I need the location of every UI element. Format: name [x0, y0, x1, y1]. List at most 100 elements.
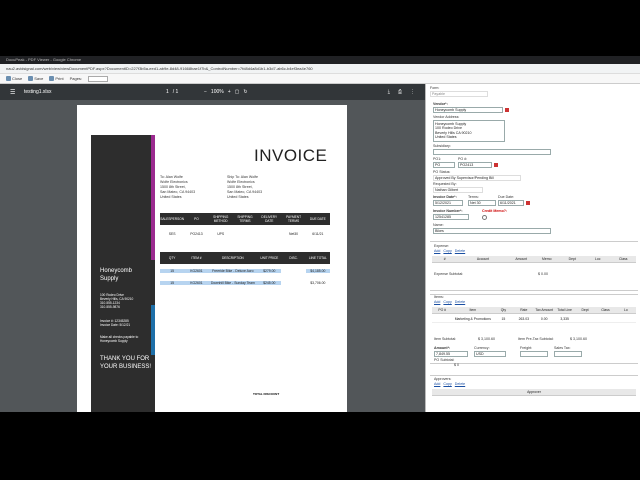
window-title: DocuPeak - PDF Viewer - Google Chrome [0, 56, 640, 64]
address-bar[interactable]: nau2.avidsignal.com/web/view/viewDocumen… [0, 64, 640, 74]
total-discount-label: TOTAL DISCOUNT [253, 392, 280, 396]
items-table-header: QTY ITEM # DESCRIPTION UNIT PRICE DISC. … [160, 252, 330, 264]
items-add-link[interactable]: Add [434, 300, 440, 304]
invoice-title: INVOICE [254, 146, 328, 165]
shipping-table-row: SES PO2413 UPS Net30 6/11/21 [168, 232, 324, 236]
items-delete-link[interactable]: Delete [455, 300, 465, 304]
po1-select[interactable]: PO [433, 162, 455, 168]
rotate-icon[interactable]: ↻ [243, 89, 247, 95]
items-label: Items: [434, 295, 444, 299]
pdf-toolbar: ☰ testing1.xlsx 1 / 1 − 100% + ▢ ↻ ⤓ ⎙ ⋮ [0, 84, 425, 100]
zoom-level[interactable]: 100% [211, 89, 224, 95]
item-pretax-value: $ 3,100.60 [570, 337, 587, 341]
print-icon[interactable]: ⎙ [398, 89, 402, 95]
close-icon [6, 76, 11, 81]
vendor-address-label: Vendor Address: [433, 115, 460, 119]
invoice-form: Form: Payable Vendor*: Honeycomb Supply … [425, 84, 640, 412]
items-copy-link[interactable]: Copy [443, 300, 451, 304]
top-letterbox [0, 0, 640, 56]
table-row: 15 KG2601 Freeride Bike - Deluxe Acro $2… [160, 266, 330, 276]
viewer-toolbar: Close Save Print Pages: [0, 74, 640, 84]
required-icon [494, 163, 498, 167]
fit-page-icon[interactable]: ▢ [235, 89, 240, 95]
po1-label: PO1: [433, 157, 442, 161]
credit-memo-label: Credit Memo?: [482, 209, 508, 213]
zoom-in-icon[interactable]: + [228, 89, 231, 95]
print-button[interactable]: Print [49, 76, 64, 81]
invoice-sidebar: Honeycomb Supply 100 Rodeo Drive Beverly… [91, 135, 155, 412]
expense-section: Expense: Add Copy Delete # Account Amoun… [430, 241, 638, 291]
more-icon[interactable]: ⋮ [410, 89, 415, 95]
browser-window: DocuPeak - PDF Viewer - Google Chrome na… [0, 56, 640, 412]
form-select[interactable]: Payable [430, 91, 488, 97]
vendor-input[interactable]: Honeycomb Supply [433, 107, 503, 113]
requested-by-label: Requested By: [433, 182, 457, 186]
item-subtotal-value: $ 3,100.60 [478, 337, 495, 341]
expense-table-header: # Account Amount Memo Dept Loc Class [432, 256, 636, 263]
page-current-input[interactable]: 1 [166, 89, 169, 95]
item-subtotal-label: Item Subtotal: [434, 337, 457, 341]
invoice-number-input[interactable]: 12541285 [433, 214, 469, 220]
approvers-delete-link[interactable]: Delete [455, 382, 465, 386]
zoom-controls: − 100% + ▢ ↻ [204, 89, 248, 95]
pdf-viewer[interactable]: ☰ testing1.xlsx 1 / 1 − 100% + ▢ ↻ ⤓ ⎙ ⋮… [0, 84, 425, 412]
pages-input[interactable] [88, 75, 109, 82]
items-table-header: PO # Item Qty Rate Tax Amount Total Line… [432, 307, 636, 314]
vendor-address-field[interactable]: Honeycomb Supply 100 Rodeo Drive Beverly… [433, 120, 505, 142]
save-button[interactable]: Save [28, 76, 43, 81]
accent-bar-blue [151, 305, 155, 355]
vendor-address: 100 Rodeo Drive Beverly Hills, CA 90210 … [100, 293, 134, 309]
currency-select[interactable]: USD [474, 351, 506, 357]
amount-input[interactable]: 7,849.55 [434, 351, 468, 357]
credit-memo-checkbox[interactable] [482, 215, 487, 220]
menu-icon[interactable]: ☰ [10, 89, 16, 96]
subsidiary-input[interactable] [433, 149, 551, 155]
po-status-value: Approved By Supervisor/Pending Bill [433, 175, 521, 181]
po-subtotal-value: $ 0 [454, 363, 459, 367]
invoice-date-input[interactable]: 5/12/2021 [433, 200, 463, 206]
approvers-section: Approvers: Add Copy Delete Approver [430, 375, 638, 412]
expense-delete-link[interactable]: Delete [455, 249, 465, 253]
bottom-letterbox [0, 412, 640, 480]
requested-by-value: Nathan Gilbert [433, 187, 483, 193]
shipping-table-header: SALESPERSON PO SHIPPING METHOD SHIPPING … [160, 213, 330, 225]
pages-label: Pages: [69, 76, 83, 81]
page-indicator: 1 / 1 [166, 89, 178, 95]
due-date-input[interactable]: 6/11/2021 [498, 200, 524, 206]
print-icon [49, 76, 55, 81]
expense-copy-link[interactable]: Copy [443, 249, 451, 253]
po-status-label: PO Status: [433, 170, 451, 174]
approvers-table-header: Approver [432, 389, 636, 396]
page-total: / 1 [172, 89, 179, 95]
vendor-name: Honeycomb Supply [100, 268, 133, 282]
expense-label: Expense: [434, 244, 449, 248]
freight-input[interactable] [520, 351, 548, 357]
invoice-meta: Invoice #: 12345285 Invoice Date: 5/12/2… [100, 319, 131, 327]
expense-subtotal-value: $ 0.00 [538, 272, 548, 276]
approvers-copy-link[interactable]: Copy [443, 382, 451, 386]
terms-select[interactable]: Net 30 [468, 200, 496, 206]
bill-to-address: To: Alan Wolfe Wolfe Electronics 1500 8t… [160, 175, 196, 199]
sales-tax-input[interactable] [554, 351, 582, 357]
items-table-row[interactable]: Marketing & Promotions 15 263.03 0.00 3,… [432, 316, 636, 323]
checks-note: Make all checks payable to Honeycomb Sup… [100, 335, 139, 343]
approvers-add-link[interactable]: Add [434, 382, 440, 386]
items-actions: Add Copy Delete [434, 300, 465, 304]
close-button[interactable]: Close [6, 76, 22, 81]
save-icon [28, 76, 34, 81]
approvers-actions: Add Copy Delete [434, 382, 465, 386]
zoom-out-icon[interactable]: − [204, 89, 207, 95]
required-icon [505, 108, 509, 112]
approvers-label: Approvers: [434, 377, 452, 381]
download-icon[interactable]: ⤓ [388, 89, 390, 95]
invoice-date-label: Invoice Date*: [433, 195, 457, 199]
pdf-page: Honeycomb Supply 100 Rodeo Drive Beverly… [77, 105, 347, 412]
pdf-filename: testing1.xlsx [24, 89, 52, 95]
item-pretax-label: Item Pre-Tax Subtotal: [518, 337, 554, 341]
name-input[interactable]: Bikes [433, 228, 551, 234]
currency-label: Currency: [474, 346, 490, 350]
expense-add-link[interactable]: Add [434, 249, 440, 253]
po-number-label: PO #: [458, 157, 468, 161]
invoice-number-label: Invoice Number*: [433, 209, 463, 213]
po-number-input[interactable]: PO2413 [458, 162, 492, 168]
